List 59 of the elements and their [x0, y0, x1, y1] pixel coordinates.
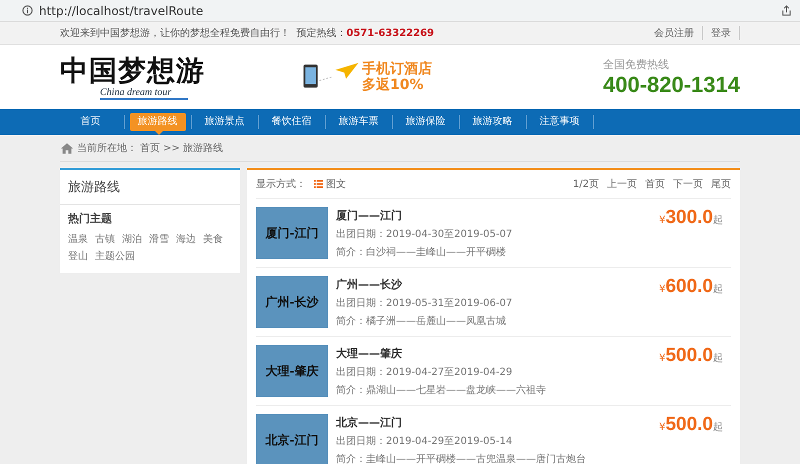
nav-tab[interactable]: 首页: [62, 113, 118, 131]
nav-tab[interactable]: 旅游保险: [398, 113, 454, 131]
site-logo[interactable]: 中国梦想游 China dream tour: [60, 54, 300, 100]
hotline-number: 400-820-1314: [602, 72, 740, 98]
list-icon: [314, 180, 323, 188]
top-link[interactable]: 会员注册: [646, 26, 703, 40]
route-intro: 简介：橘子洲——岳麓山——凤凰古城: [336, 314, 507, 328]
theme-link[interactable]: 古镇: [95, 232, 115, 246]
ad-line: 多返10%: [362, 77, 425, 93]
url-field[interactable]: http://localhost/travelRoute: [39, 4, 781, 18]
route-title[interactable]: 厦门——江门: [336, 208, 660, 222]
welcome-text: 欢迎来到中国梦想游，让你的梦想全程免费自由行！ 预定热线：0571-63322269: [60, 26, 436, 40]
route-price: ¥600.0起: [659, 276, 723, 298]
nav-tab[interactable]: 旅游景点: [196, 113, 252, 131]
nav-tab[interactable]: 餐饮住宿: [264, 113, 320, 131]
route-thumbnail[interactable]: 广州-长沙: [256, 276, 328, 328]
route-dates: 出团日期：2019-05-31至2019-06-07: [336, 296, 514, 310]
route-title[interactable]: 大理——肇庆: [336, 346, 660, 360]
ad-line: 手机订酒店: [362, 61, 432, 77]
route-intro: 简介：白沙祠——圭峰山——开平碉楼: [336, 246, 507, 258]
pager-link[interactable]: 1/2页: [572, 177, 599, 191]
nav-tab[interactable]: 旅游攻略: [464, 113, 520, 131]
theme-link[interactable]: 温泉: [68, 232, 88, 246]
route-title[interactable]: 北京——江门: [336, 414, 660, 430]
home-icon: [60, 142, 74, 154]
route-thumbnail[interactable]: 北京-江门: [256, 414, 328, 464]
route-price: ¥500.0起: [659, 345, 723, 367]
pager-link[interactable]: 尾页: [711, 177, 731, 191]
theme-link[interactable]: 湖泊: [122, 232, 142, 246]
hotline-label: 全国免费热线: [602, 56, 670, 72]
theme-link[interactable]: 滑雪: [149, 232, 169, 246]
sidebar-title: 旅游路线: [60, 170, 240, 205]
breadcrumb-label: 当前所在地：: [77, 142, 137, 155]
theme-link[interactable]: 登山: [68, 249, 88, 263]
section-title: 热门主题: [68, 211, 113, 226]
pager-link[interactable]: 上一页: [607, 177, 637, 191]
theme-link[interactable]: 美食: [203, 232, 223, 246]
pager-link[interactable]: 首页: [645, 177, 665, 191]
theme-link[interactable]: 海边: [176, 232, 196, 246]
route-intro: 简介：鼎湖山——七星岩——盘龙峡——六祖寺: [336, 384, 547, 396]
theme-link[interactable]: 主题公园: [95, 249, 135, 263]
display-mode[interactable]: 图文: [326, 177, 346, 191]
route-title[interactable]: 广州——长沙: [336, 276, 660, 292]
route-thumbnail[interactable]: 大理-肇庆: [256, 345, 328, 397]
nav-tab[interactable]: 旅游车票: [330, 113, 386, 131]
route-dates: 出团日期：2019-04-27至2019-04-29: [336, 366, 514, 378]
top-link[interactable]: 登录: [703, 26, 740, 40]
nav-tab[interactable]: 注意事项: [532, 113, 588, 131]
route-dates: 出团日期：2019-04-30至2019-05-07: [336, 228, 514, 240]
route-dates: 出团日期：2019-04-29至2019-05-14: [336, 434, 514, 448]
route-intro: 简介：圭峰山——开平碉楼——古兜温泉——唐门古炮台: [336, 452, 587, 464]
share-icon[interactable]: [781, 5, 792, 16]
route-price: ¥500.0起: [659, 414, 723, 436]
route-price: ¥300.0起: [659, 207, 723, 229]
info-icon: [22, 5, 33, 16]
route-thumbnail[interactable]: 厦门-江门: [256, 207, 328, 259]
breadcrumb-path[interactable]: 首页 >> 旅游路线: [140, 141, 224, 155]
display-label: 显示方式：: [256, 178, 306, 191]
pager-link[interactable]: 下一页: [673, 177, 703, 191]
